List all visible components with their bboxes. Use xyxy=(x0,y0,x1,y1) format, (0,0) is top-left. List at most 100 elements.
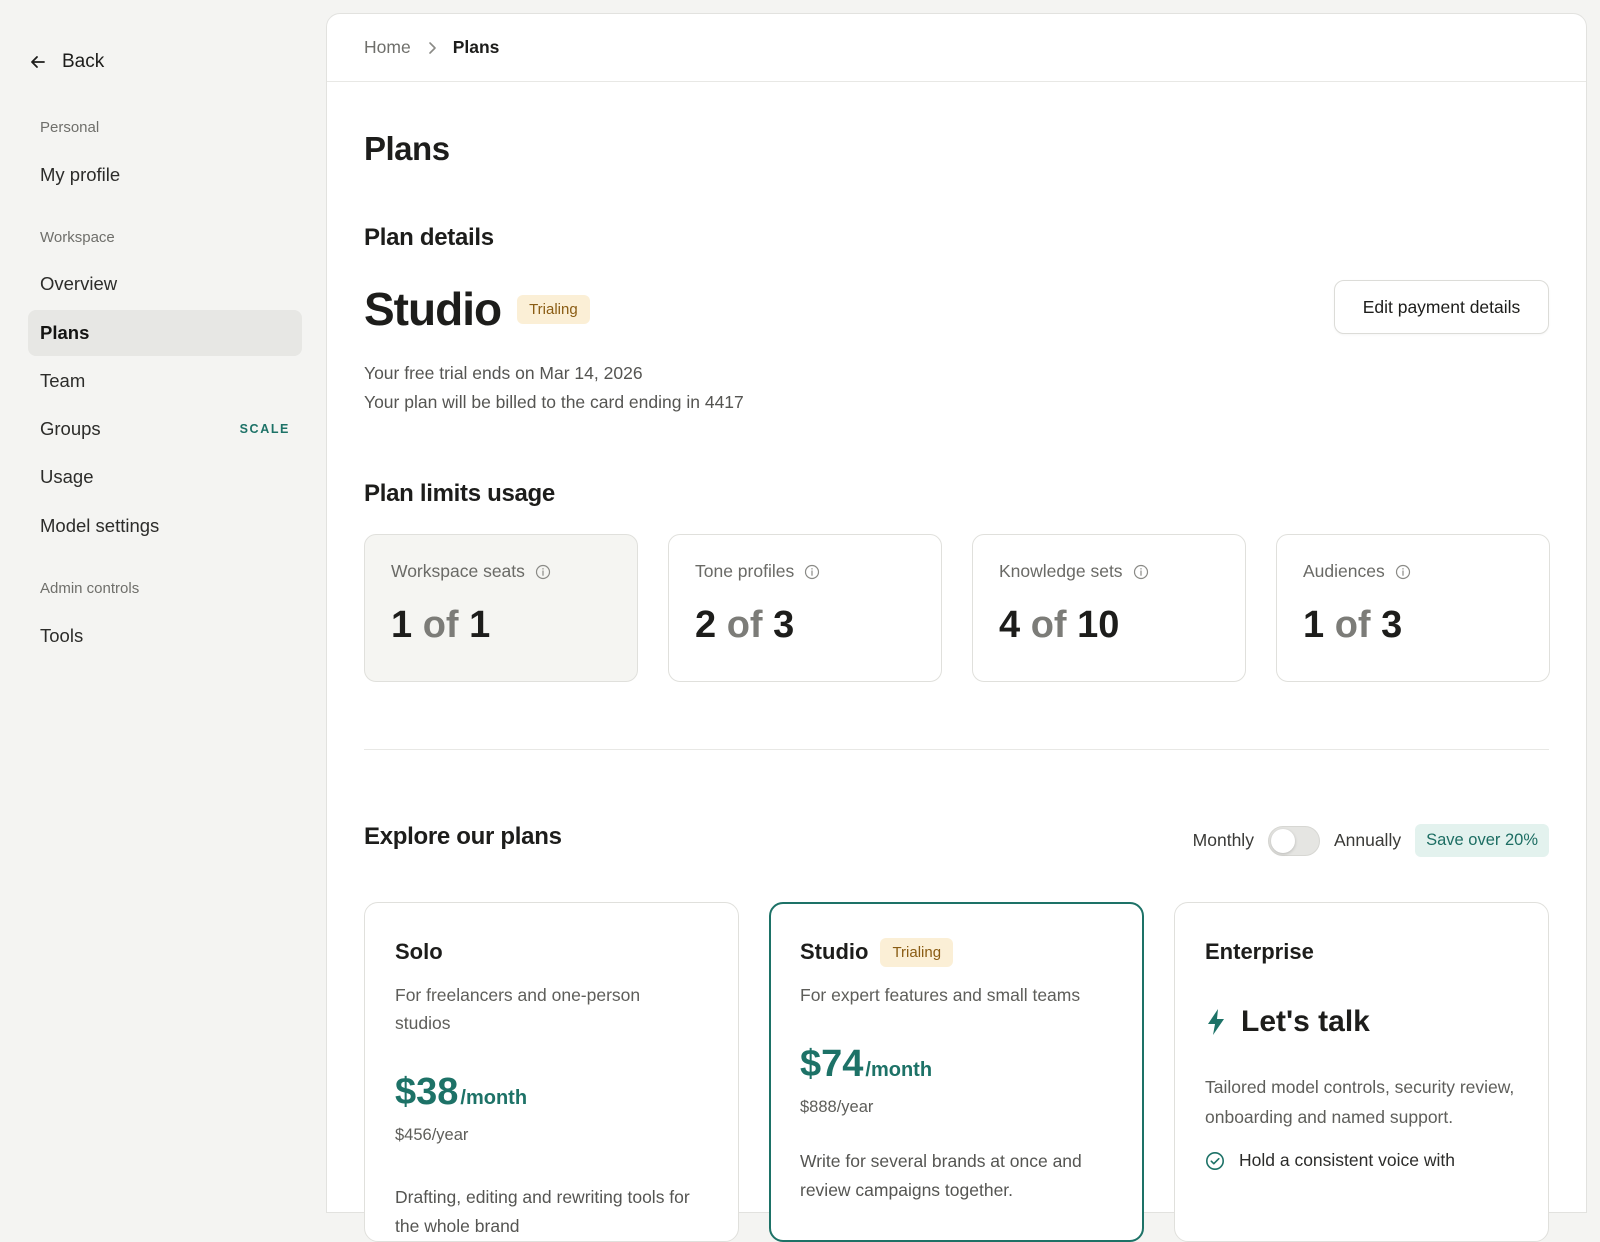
section-divider xyxy=(364,749,1549,750)
billing-toggle-switch[interactable] xyxy=(1267,825,1320,856)
info-icon[interactable] xyxy=(1395,564,1411,580)
plan-yearly-price: $888/year xyxy=(800,1098,874,1116)
sidebar-item-label: Model settings xyxy=(40,515,160,536)
sidebar-item-team[interactable]: Team xyxy=(28,358,302,404)
sidebar-item-label: Usage xyxy=(40,466,94,487)
plan-details-heading: Plan details xyxy=(364,224,494,251)
limit-card-workspace-seats: Workspace seats 1 of 1 xyxy=(364,534,638,682)
check-circle-icon xyxy=(1206,1151,1224,1170)
limit-value: 2 of 3 xyxy=(695,604,915,647)
plan-feature-text: Drafting, editing and rewriting tools fo… xyxy=(395,1187,690,1236)
edit-payment-details-button[interactable]: Edit payment details xyxy=(1334,280,1549,334)
sidebar-item-label: Overview xyxy=(40,273,118,294)
limit-total: 1 xyxy=(469,604,491,646)
limit-of: of xyxy=(1030,604,1067,646)
plan-feature-text: Hold a consistent voice with xyxy=(1239,1150,1455,1170)
main-panel: Home Plans Plans Plan details Studio Tri… xyxy=(326,13,1587,1242)
limit-used: 1 xyxy=(1303,604,1325,646)
limit-of: of xyxy=(422,604,459,646)
plan-price-amount: $74 xyxy=(800,1043,864,1085)
sidebar-item-plans[interactable]: Plans xyxy=(28,310,302,356)
limit-total: 3 xyxy=(773,604,795,646)
current-plan-name: Studio xyxy=(364,283,502,335)
limit-card-audiences: Audiences 1 of 3 xyxy=(1276,534,1550,682)
info-icon[interactable] xyxy=(535,564,551,580)
lightning-bolt-icon xyxy=(1208,1009,1224,1035)
plan-title: Studio xyxy=(800,939,869,964)
limit-total: 10 xyxy=(1077,604,1120,646)
sidebar-item-groups[interactable]: Groups SCALE xyxy=(28,406,302,452)
sidebar-item-label: Plans xyxy=(40,322,90,343)
annually-label[interactable]: Annually xyxy=(1334,830,1401,851)
plan-price-period: /month xyxy=(460,1087,528,1109)
status-badge: Trialing xyxy=(880,937,954,967)
sidebar-item-tools[interactable]: Tools xyxy=(28,613,302,659)
sidebar-item-label: My profile xyxy=(40,164,121,185)
plan-description: For freelancers and one-person studios xyxy=(395,985,641,1033)
plans-grid: Solo For freelancers and one-person stud… xyxy=(364,902,1549,1242)
scale-tag: SCALE xyxy=(239,422,290,436)
toggle-knob xyxy=(1270,828,1295,853)
limit-label-text: Tone profiles xyxy=(695,561,795,581)
plan-price-amount: $38 xyxy=(395,1071,459,1113)
limit-label: Knowledge sets xyxy=(999,561,1219,582)
sidebar-item-my-profile[interactable]: My profile xyxy=(28,152,302,198)
plan-card-enterprise[interactable]: Enterprise Let's talk Tailored model con… xyxy=(1174,902,1549,1242)
monthly-label[interactable]: Monthly xyxy=(1193,830,1254,851)
limit-total: 3 xyxy=(1381,604,1403,646)
status-badge: Trialing xyxy=(517,294,590,324)
plan-card-studio[interactable]: Studio Trialing For expert features and … xyxy=(769,902,1144,1242)
sidebar-item-overview[interactable]: Overview xyxy=(28,261,302,307)
limit-of: of xyxy=(726,604,763,646)
info-icon[interactable] xyxy=(1133,564,1149,580)
limit-card-knowledge-sets: Knowledge sets 4 of 10 xyxy=(972,534,1246,682)
plan-card-header: Enterprise xyxy=(1205,935,1518,969)
limit-label-text: Workspace seats xyxy=(391,561,525,581)
breadcrumb-current: Plans xyxy=(452,37,500,57)
enterprise-cta-label: Let's talk xyxy=(1241,1005,1370,1038)
sidebar-item-label: Tools xyxy=(40,625,84,646)
sidebar-section-personal: Personal xyxy=(40,119,100,136)
sidebar-item-usage[interactable]: Usage xyxy=(28,454,302,500)
plan-description: Tailored model controls, security review… xyxy=(1205,1077,1515,1127)
limit-value: 1 of 1 xyxy=(391,604,611,647)
sidebar: Back Personal My profile Workspace Overv… xyxy=(0,0,326,1200)
back-label: Back xyxy=(62,51,105,72)
limit-used: 2 xyxy=(695,604,717,646)
plan-card-header: Solo xyxy=(395,935,708,969)
explore-plans-heading: Explore our plans xyxy=(364,823,562,850)
trial-end-text: Your free trial ends on Mar 14, 2026 xyxy=(364,363,643,383)
chevron-right-icon xyxy=(428,41,436,54)
limit-value: 4 of 10 xyxy=(999,604,1219,647)
breadcrumb-home[interactable]: Home xyxy=(364,37,411,58)
plan-price-period: /month xyxy=(865,1059,933,1081)
plan-price: $74 /month xyxy=(800,1043,1113,1086)
breadcrumb: Home Plans xyxy=(327,14,1586,82)
sidebar-item-model-settings[interactable]: Model settings xyxy=(28,503,302,549)
limit-label: Audiences xyxy=(1303,561,1523,582)
plan-feature-item: Hold a consistent voice with xyxy=(1205,1150,1518,1171)
save-badge: Save over 20% xyxy=(1415,824,1549,857)
sidebar-section-admin: Admin controls xyxy=(40,580,140,597)
back-button[interactable]: Back xyxy=(28,48,104,76)
plan-title: Enterprise xyxy=(1205,939,1314,964)
sidebar-item-label: Team xyxy=(40,370,86,391)
plan-card-solo[interactable]: Solo For freelancers and one-person stud… xyxy=(364,902,739,1242)
billing-card-text: Your plan will be billed to the card end… xyxy=(364,392,744,412)
limit-label: Workspace seats xyxy=(391,561,611,582)
limit-of: of xyxy=(1334,604,1371,646)
plan-card-header: Studio Trialing xyxy=(800,935,1113,969)
plan-feature-text: Write for several brands at once and rev… xyxy=(800,1151,1082,1200)
info-icon[interactable] xyxy=(804,564,820,580)
limit-used: 4 xyxy=(999,604,1021,646)
plan-limits-heading: Plan limits usage xyxy=(364,480,555,507)
sidebar-item-label: Groups xyxy=(40,418,101,439)
plan-description: For expert features and small teams xyxy=(800,985,1081,1005)
limit-card-tone-profiles: Tone profiles 2 of 3 xyxy=(668,534,942,682)
plan-yearly-price: $456/year xyxy=(395,1126,469,1144)
enterprise-cta[interactable]: Let's talk xyxy=(1205,1005,1518,1039)
limit-label: Tone profiles xyxy=(695,561,915,582)
plan-limits-grid: Workspace seats 1 of 1 Tone profiles 2 o… xyxy=(364,534,1550,682)
sidebar-section-workspace: Workspace xyxy=(40,229,115,246)
current-plan-row: Studio Trialing xyxy=(364,282,590,336)
